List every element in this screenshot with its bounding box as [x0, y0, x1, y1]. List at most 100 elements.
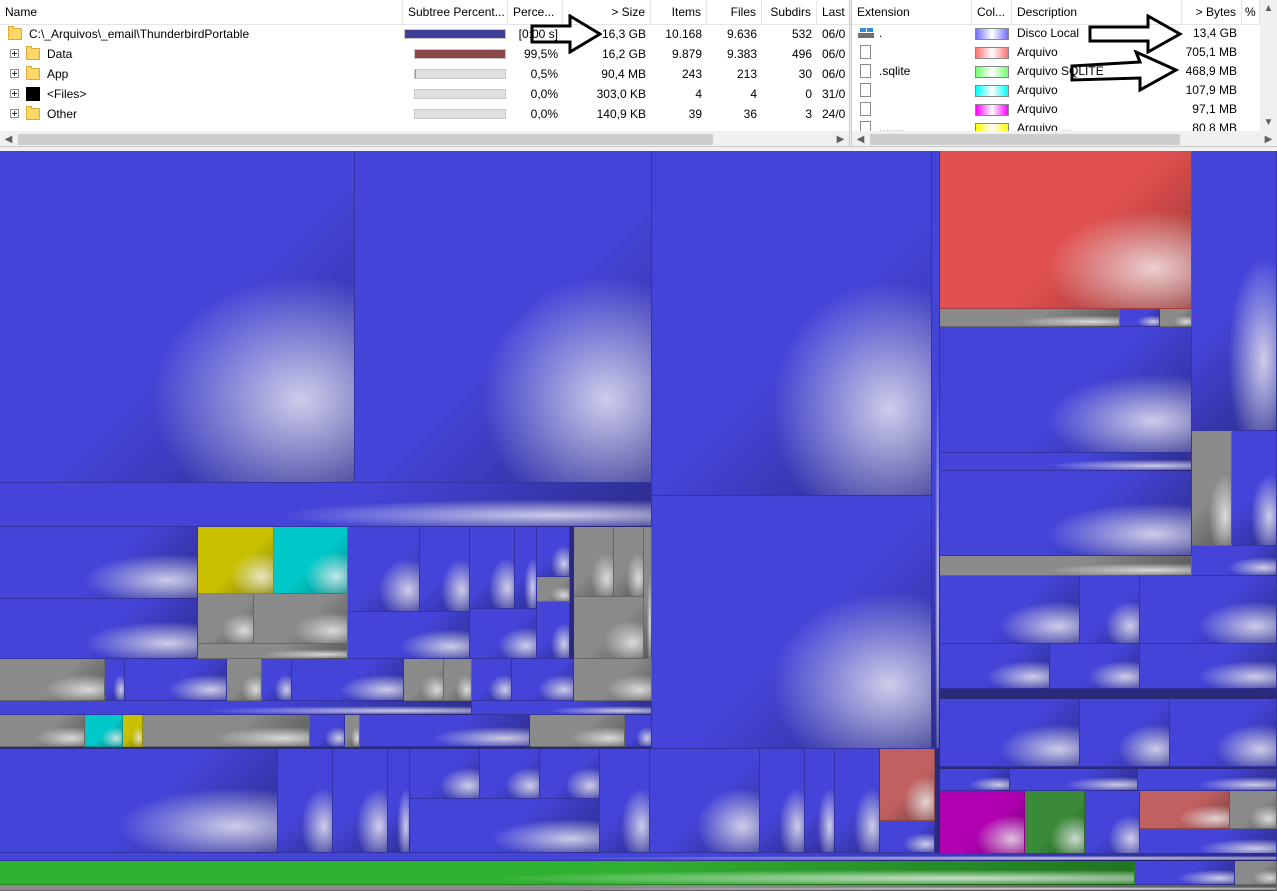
treemap-tile[interactable] [0, 599, 198, 659]
treemap-tile[interactable] [274, 527, 348, 594]
treemap-tile[interactable] [480, 749, 540, 799]
treemap-tile[interactable] [1050, 644, 1140, 689]
treemap-tile[interactable] [537, 577, 570, 602]
treemap-tile[interactable] [1080, 576, 1140, 644]
column-header-files[interactable]: Files [707, 0, 762, 24]
treemap-tile[interactable] [348, 527, 420, 612]
treemap-tile[interactable] [932, 151, 940, 749]
treemap-tile[interactable] [444, 659, 472, 701]
treemap-tile[interactable] [1138, 769, 1277, 791]
extension-list-pane[interactable]: Extension Col... Description > Bytes % 8… [852, 0, 1277, 148]
directory-row[interactable]: C:\_Arquivos\_email\ThunderbirdPortable[… [0, 24, 849, 44]
treemap-tile[interactable] [1010, 769, 1138, 791]
directory-list-pane[interactable]: Name Subtree Percent... Perce... > Size … [0, 0, 849, 148]
treemap-tile[interactable] [940, 471, 1192, 556]
expand-icon[interactable] [10, 89, 19, 98]
treemap-tile[interactable] [652, 151, 932, 496]
treemap-tile[interactable] [1232, 431, 1277, 546]
treemap-tile[interactable] [0, 483, 652, 527]
treemap-tile[interactable] [0, 151, 355, 483]
expand-icon[interactable] [10, 109, 19, 118]
treemap-tile[interactable] [614, 527, 644, 597]
treemap-tile[interactable] [1135, 861, 1235, 885]
treemap-tile[interactable] [348, 612, 470, 659]
treemap-tile[interactable] [410, 749, 480, 799]
treemap-tile[interactable] [940, 769, 1010, 791]
treemap-tile[interactable] [530, 715, 625, 747]
scroll-thumb[interactable] [870, 134, 1180, 145]
treemap-tile[interactable] [1140, 829, 1277, 856]
treemap-view[interactable] [0, 151, 1277, 891]
treemap-tile[interactable] [1192, 151, 1277, 431]
column-header-subtree-percent[interactable]: Subtree Percent... [403, 0, 508, 24]
treemap-tile[interactable] [198, 594, 254, 644]
treemap-tile[interactable] [278, 749, 333, 853]
expand-icon[interactable] [10, 49, 19, 58]
treemap-tile[interactable] [1230, 791, 1277, 829]
treemap-tile[interactable] [940, 309, 1120, 327]
directory-row[interactable]: App 0,5% 90,4 MB 243 213 30 06/0 [0, 64, 849, 84]
treemap-tile[interactable] [880, 749, 935, 821]
treemap-tile[interactable] [333, 749, 388, 853]
treemap-tile[interactable] [940, 327, 1192, 453]
treemap-tile[interactable] [600, 749, 650, 853]
treemap-tile[interactable] [940, 791, 1025, 856]
treemap-tile[interactable] [574, 659, 652, 701]
treemap-tile[interactable] [1160, 309, 1192, 327]
extension-row[interactable]: .sqlite Arquivo SQLITE 468,9 MB [852, 62, 1260, 81]
treemap-tile[interactable] [1235, 861, 1277, 885]
scroll-thumb[interactable] [18, 134, 713, 145]
treemap-tile[interactable] [880, 821, 935, 853]
treemap-tile[interactable] [0, 659, 105, 701]
column-header-name[interactable]: Name [0, 0, 403, 24]
treemap-tile[interactable] [515, 527, 537, 609]
treemap-tile[interactable] [940, 151, 1192, 309]
treemap-tile[interactable] [310, 715, 345, 747]
treemap-tile[interactable] [0, 853, 1277, 861]
treemap-tile[interactable] [125, 659, 227, 701]
treemap-tile[interactable] [1085, 791, 1140, 856]
treemap-tile[interactable] [360, 715, 530, 747]
treemap-tile[interactable] [940, 576, 1080, 644]
treemap-tile[interactable] [85, 715, 123, 747]
treemap-tile[interactable] [1120, 309, 1160, 327]
treemap-tile[interactable] [537, 527, 570, 577]
treemap-tile[interactable] [1170, 699, 1277, 767]
treemap-tile[interactable] [1192, 431, 1232, 546]
treemap-tile[interactable] [355, 151, 652, 483]
column-header-subdirs[interactable]: Subdirs [762, 0, 817, 24]
treemap-tile[interactable] [835, 749, 880, 853]
treemap-tile[interactable] [0, 861, 1135, 885]
treemap-tile[interactable] [0, 701, 472, 715]
treemap-tile[interactable] [540, 749, 600, 799]
treemap-tile[interactable] [227, 659, 262, 701]
treemap-tile[interactable] [574, 597, 644, 659]
treemap-tile[interactable] [760, 749, 805, 853]
treemap-tile[interactable] [1192, 546, 1277, 576]
scroll-up-icon[interactable]: ▲ [1260, 0, 1277, 17]
treemap-tile[interactable] [470, 609, 537, 659]
extension-row[interactable]: Arquivo 107,9 MB [852, 81, 1260, 100]
treemap-tile[interactable] [574, 527, 614, 597]
treemap-tile[interactable] [1140, 791, 1230, 829]
treemap-tile[interactable] [625, 715, 652, 747]
treemap-tile[interactable] [0, 749, 278, 853]
treemap-tile[interactable] [652, 496, 932, 749]
treemap-tile[interactable] [198, 527, 274, 594]
treemap-tile[interactable] [254, 594, 348, 644]
treemap-tile[interactable] [1025, 791, 1085, 856]
treemap-tile[interactable] [940, 644, 1050, 689]
column-header-last[interactable]: Last [817, 0, 849, 24]
treemap-tile[interactable] [404, 659, 444, 701]
column-header-color[interactable]: Col... [972, 0, 1012, 24]
treemap-tile[interactable] [1140, 576, 1277, 644]
treemap-tile[interactable] [472, 701, 652, 715]
scroll-down-icon[interactable]: ▼ [1260, 114, 1277, 131]
treemap-tile[interactable] [198, 644, 348, 659]
treemap-tile[interactable] [0, 885, 1277, 891]
directory-row[interactable]: <Files> 0,0% 303,0 KB 4 4 0 31/0 [0, 84, 849, 104]
extension-list-vertical-scrollbar[interactable]: ▲ ▼ [1260, 0, 1277, 131]
treemap-tile[interactable] [292, 659, 404, 701]
treemap-tile[interactable] [805, 749, 835, 853]
extension-row[interactable]: Arquivo 97,1 MB [852, 100, 1260, 119]
